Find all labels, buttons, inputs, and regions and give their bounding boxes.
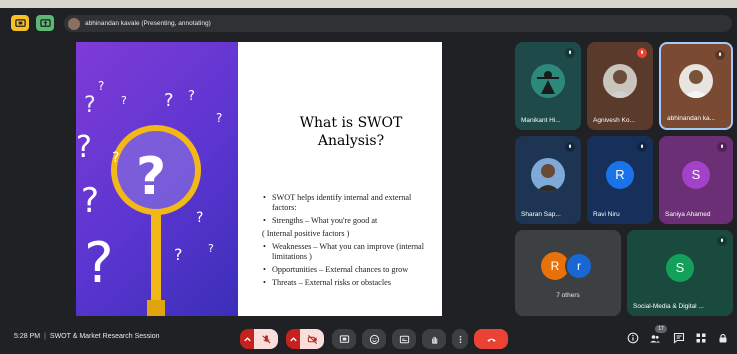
svg-text:?: ? [76,130,92,165]
participant-tile[interactable]: Agnivesh Ko... [587,42,653,130]
chat-icon [673,332,685,344]
participant-initial-avatar: R [606,160,634,189]
svg-text:?: ? [98,79,104,93]
present-screen-icon[interactable] [36,15,54,31]
people-icon [650,335,660,343]
lock-icon [719,333,727,343]
window-frame [0,0,737,8]
slide-title: What is SWOT Analysis? [299,115,403,149]
meeting-info: 5:28 PM | SWOT & Market Research Session [14,333,159,340]
presentation-slide: ? ? ? ? ? ? ? ? ? ? ? ? ? ? What is SWOT… [76,42,442,316]
mic-active-icon [637,48,647,58]
participant-name: Agnivesh Ko... [593,117,635,124]
presenter-chip: abhinandan kavale (Presenting, annotatin… [64,15,732,32]
svg-text:?: ? [136,147,166,207]
svg-text:?: ? [81,181,99,221]
meeting-title: SWOT & Market Research Session [49,333,160,340]
audio-options-button[interactable] [240,329,254,349]
svg-text:?: ? [84,231,114,296]
end-call-icon [486,338,496,342]
participant-avatar [531,63,565,98]
people-count-badge: 17 [655,325,667,333]
question-marks-illustration: ? ? ? ? ? ? ? ? ? ? ? ? ? ? [76,42,238,316]
participant-name: Ravi Niru [593,211,620,218]
present-now-button[interactable] [332,329,356,349]
mic-muted-icon [565,142,575,152]
participant-tile-speaking[interactable]: abhinandan ka... [659,42,733,130]
camera-off-icon [307,334,317,344]
info-icon [627,332,639,344]
slide-bullet: Threats – External risks or obstacles [262,278,437,288]
video-options-button[interactable] [286,329,300,349]
mic-muted-icon [637,142,647,152]
participant-tile[interactable]: Manikant Hi... [515,42,581,130]
people-button[interactable] [648,331,662,345]
participant-tile[interactable]: Sharan Sap... [515,136,581,224]
raise-hand-button[interactable] [422,329,446,349]
participant-name: Sharan Sap... [521,211,561,218]
activities-button[interactable] [694,331,708,345]
activities-icon [696,333,706,343]
others-count-label: 7 others [556,292,580,299]
leave-call-button[interactable] [474,329,508,349]
captions-icon [399,335,409,343]
participant-tile[interactable]: R Ravi Niru [587,136,653,224]
participant-initial-avatar: S [682,160,710,189]
slide-bullet: Opportunities – External chances to grow [262,265,437,275]
participant-name: abhinandan ka... [667,115,716,122]
others-tile[interactable]: R r 7 others [515,230,621,316]
participant-avatar [603,63,637,98]
mic-muted-icon [565,48,575,58]
participant-avatar [679,63,713,98]
participant-tile[interactable]: S Saniya Ahamed [659,136,733,224]
mic-muted-icon [717,236,727,246]
svg-text:?: ? [112,150,119,166]
camera-toggle-button[interactable] [300,329,324,349]
presenter-status-text: abhinandan kavale (Presenting, annotatin… [85,20,211,27]
svg-text:?: ? [164,90,174,111]
participant-name: Manikant Hi... [521,117,561,124]
meeting-time: 5:28 PM [14,333,41,340]
participant-initial-avatar: S [666,253,694,282]
participant-initial-avatar: r [565,252,593,280]
mic-toggle-button[interactable] [254,329,278,349]
present-icon [339,334,349,343]
host-controls-button[interactable] [716,331,730,345]
reactions-button[interactable] [362,329,386,349]
slide-bullet-note: ( Internal positive factors ) [262,229,350,238]
captions-button[interactable] [392,329,416,349]
presenter-avatar [68,17,80,30]
participant-name: Saniya Ahamed [665,211,711,218]
hand-icon [431,336,437,344]
svg-text:?: ? [174,245,183,264]
slide-bullet: Weaknesses – What you can improve (inter… [262,242,437,262]
emoji-icon [369,334,379,344]
slide-bullet-list: SWOT helps identify internal and externa… [262,193,437,291]
mic-muted-icon [717,142,727,152]
participant-tile[interactable]: S Social-Media & Digital ... [627,230,733,316]
mic-off-icon [261,334,271,344]
top-bar: abhinandan kavale (Presenting, annotatin… [0,8,737,38]
meeting-details-button[interactable] [626,331,640,345]
chat-button[interactable] [672,331,686,345]
svg-text:?: ? [84,93,96,118]
divider: | [44,333,46,340]
svg-text:?: ? [121,94,127,107]
stop-presenting-icon[interactable] [11,15,29,31]
svg-text:?: ? [216,111,222,125]
mic-muted-icon [715,50,725,60]
svg-text:?: ? [208,242,214,255]
participant-name: Social-Media & Digital ... [633,303,704,310]
svg-text:?: ? [196,210,203,226]
participant-avatar [531,157,565,192]
svg-text:?: ? [188,89,195,104]
slide-bullet: SWOT helps identify internal and externa… [262,193,437,213]
slide-bullet: Strengths – What you're good at [262,216,437,226]
bottom-control-bar: 5:28 PM | SWOT & Market Research Session 1… [0,322,737,354]
more-options-button[interactable] [452,329,468,349]
others-avatars: R r [541,252,601,282]
more-vert-icon [459,335,461,343]
